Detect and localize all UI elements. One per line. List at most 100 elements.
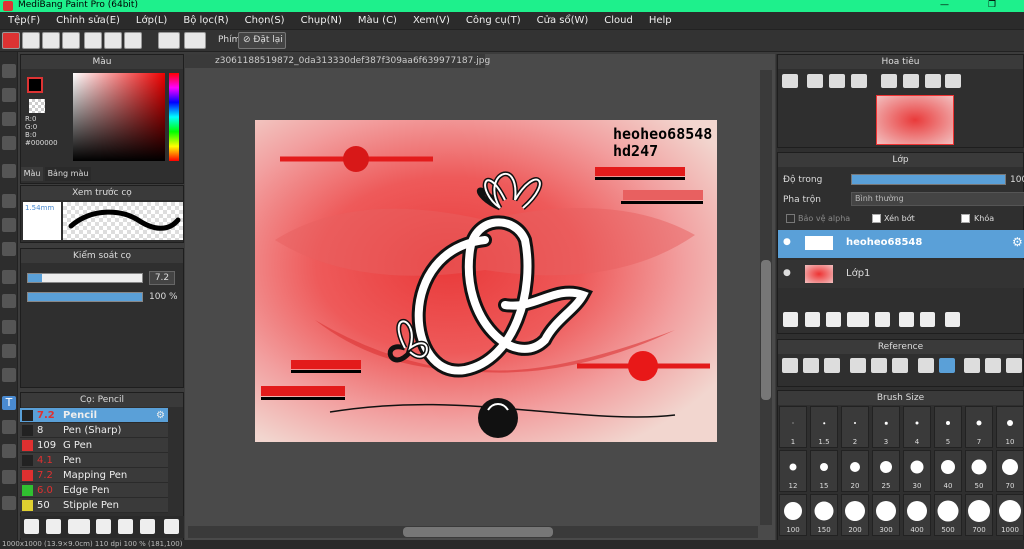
brush-size-cell[interactable]: 150 — [810, 494, 838, 536]
brush-size-cell[interactable]: 30 — [903, 450, 931, 492]
brush-folder-icon[interactable] — [118, 519, 133, 534]
nav-zoom-100-icon[interactable] — [851, 74, 867, 88]
delete-layer-icon[interactable] — [945, 312, 960, 327]
brush-tool-icon[interactable] — [2, 64, 16, 78]
nav-zoom-out-icon[interactable] — [807, 74, 823, 88]
brush-size-cell[interactable]: 12 — [779, 450, 807, 492]
brush-size-cell[interactable]: 3 — [872, 406, 900, 448]
grid-button[interactable] — [124, 32, 142, 49]
brush-size-cell[interactable]: 10 — [996, 406, 1024, 448]
ref-folder-icon[interactable] — [803, 358, 819, 373]
brush-size-cell[interactable]: 1000 — [996, 494, 1024, 536]
protect-alpha-checkbox[interactable] — [786, 214, 795, 223]
menu-cloud[interactable]: Cloud — [596, 12, 641, 30]
brush-size-cell[interactable]: 100 — [779, 494, 807, 536]
redo-button[interactable] — [184, 32, 206, 49]
menu-view[interactable]: Xem(V) — [405, 12, 458, 30]
horizontal-scroll-thumb[interactable] — [403, 527, 553, 537]
nav-rotate-right-icon[interactable] — [925, 74, 941, 88]
brush-item-pen-sharp[interactable]: 8 Pen (Sharp) — [20, 423, 168, 438]
rect-tool-icon[interactable] — [2, 194, 16, 208]
eraser-tool-icon[interactable] — [2, 88, 16, 102]
brush-size-cell[interactable]: 15 — [810, 450, 838, 492]
layer-settings-gear-icon[interactable]: ⚙ — [1012, 235, 1023, 249]
brush-size-cell[interactable]: 2 — [841, 406, 869, 448]
menu-snap[interactable]: Chụp(N) — [293, 12, 350, 30]
reset-button[interactable]: ⊘ Đặt lại — [238, 32, 286, 49]
menu-filter[interactable]: Bộ lọc(R) — [175, 12, 236, 30]
primary-color-swatch[interactable] — [27, 77, 43, 93]
brush-opacity-slider[interactable] — [27, 292, 143, 302]
divide-tool-icon[interactable] — [2, 470, 16, 484]
brush-item-pen[interactable]: 4.1 Pen — [20, 453, 168, 468]
brush-menu-icon[interactable] — [68, 519, 90, 534]
select-tool-icon[interactable] — [2, 270, 16, 284]
brush-duplicate-icon[interactable] — [140, 519, 155, 534]
menu-layer[interactable]: Lớp(L) — [128, 12, 175, 30]
magic-wand-icon[interactable] — [2, 320, 16, 334]
new-layer-1bit-icon[interactable] — [826, 312, 841, 327]
ref-flip-icon[interactable] — [985, 358, 1001, 373]
new-brush-icon[interactable] — [46, 519, 61, 534]
brush-item-pencil[interactable]: 7.2 Pencil ⚙ — [20, 408, 168, 423]
pen-tool-icon[interactable] — [2, 136, 16, 150]
brush-size-cell[interactable]: 50 — [965, 450, 993, 492]
menu-window[interactable]: Cửa sổ(W) — [529, 12, 597, 30]
ref-rotate-left-icon[interactable] — [964, 358, 980, 373]
menu-help[interactable]: Help — [641, 12, 680, 30]
duplicate-layer-icon[interactable] — [899, 312, 914, 327]
brush-size-cell[interactable]: 300 — [872, 494, 900, 536]
brush-size-cell[interactable]: 200 — [841, 494, 869, 536]
brush-size-cell[interactable]: 40 — [934, 450, 962, 492]
navigator-thumbnail[interactable] — [876, 95, 954, 145]
blend-mode-select[interactable]: Bình thường — [851, 192, 1024, 206]
close-file-button[interactable] — [2, 32, 20, 49]
canvas-vertical-scrollbar[interactable] — [760, 70, 772, 525]
brush-size-cell[interactable]: 20 — [841, 450, 869, 492]
brush-size-cell[interactable]: 5 — [934, 406, 962, 448]
brush-size-cell[interactable]: 25 — [872, 450, 900, 492]
ref-zoom-in-icon[interactable] — [850, 358, 866, 373]
menu-file[interactable]: Tệp(F) — [0, 12, 48, 30]
brush-size-cell[interactable]: 1.5 — [810, 406, 838, 448]
brush-item-mapping-pen[interactable]: 7.2 Mapping Pen — [20, 468, 168, 483]
hue-slider[interactable] — [169, 73, 179, 161]
artwork-canvas[interactable]: heoheo68548 hd247 — [255, 120, 717, 442]
layer-row[interactable]: ● Lớp1 — [778, 260, 1024, 288]
brush-size-cell[interactable]: 1 — [779, 406, 807, 448]
layer-row-selected[interactable]: ● heoheo68548 ⚙ — [778, 230, 1024, 258]
brush-delete-icon[interactable] — [164, 519, 179, 534]
new-layer-8bit-icon[interactable] — [805, 312, 820, 327]
ref-eyedropper-icon[interactable] — [918, 358, 934, 373]
minimize-icon[interactable]: — — [940, 0, 949, 10]
new-layer-icon[interactable] — [783, 312, 798, 327]
brush-item-g-pen[interactable]: 109 G Pen — [20, 438, 168, 453]
menu-tools[interactable]: Công cụ(T) — [458, 12, 529, 30]
operation-tool-icon[interactable] — [2, 420, 16, 434]
select-pen-icon[interactable] — [2, 344, 16, 358]
layer-opacity-slider[interactable] — [851, 174, 1006, 185]
merge-layer-icon[interactable] — [920, 312, 935, 327]
ref-fit-icon[interactable] — [871, 358, 887, 373]
menu-color[interactable]: Màu (C) — [350, 12, 405, 30]
saturation-picker[interactable] — [73, 73, 165, 161]
brush-size-cell[interactable]: 7 — [965, 406, 993, 448]
ref-open-icon[interactable] — [782, 358, 798, 373]
share-button[interactable] — [22, 32, 40, 49]
menu-select[interactable]: Chọn(S) — [237, 12, 293, 30]
ref-hand-icon[interactable] — [939, 358, 955, 373]
page-button[interactable] — [84, 32, 102, 49]
comment-button[interactable] — [42, 32, 60, 49]
nav-fit-icon[interactable] — [829, 74, 845, 88]
new-layer-menu-icon[interactable] — [847, 312, 869, 327]
color-tab-color[interactable]: Màu — [21, 167, 43, 181]
brush-item-stipple-pen[interactable]: 50 Stipple Pen — [20, 498, 168, 513]
vertical-scroll-thumb[interactable] — [761, 260, 771, 400]
layer-folder-icon[interactable] — [875, 312, 890, 327]
color-tab-palette[interactable]: Bảng màu — [45, 167, 91, 181]
list-button[interactable] — [104, 32, 122, 49]
chat-button[interactable] — [62, 32, 80, 49]
brush-size-input[interactable]: 7.2 — [149, 271, 175, 285]
nav-zoom-in-icon[interactable] — [782, 74, 798, 88]
document-tab[interactable]: z3061188519872_0da313330def387f309aa6f63… — [185, 54, 490, 68]
